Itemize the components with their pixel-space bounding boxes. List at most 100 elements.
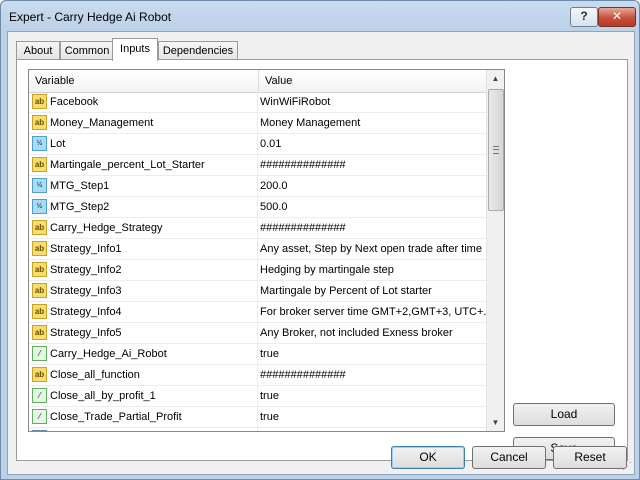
row-icon-cell: ab	[32, 113, 48, 133]
column-divider	[257, 113, 258, 133]
row-icon-cell: ½	[32, 176, 48, 196]
value-cell[interactable]: Hedging by martingale step	[260, 260, 486, 280]
column-divider	[257, 428, 258, 431]
variable-name: Strategy_Info2	[50, 264, 122, 276]
vertical-scrollbar[interactable]: ▲ ▼	[486, 70, 504, 431]
tab-dependencies[interactable]: Dependencies	[158, 41, 238, 60]
variable-name: Money_Management	[50, 117, 154, 129]
scroll-down-arrow-icon[interactable]: ▼	[487, 414, 504, 431]
variable-name: Martingale_percent_Lot_Starter	[50, 159, 205, 171]
table-row[interactable]: ab Strategy_Info1 Any asset, Step by Next …	[29, 239, 489, 260]
string-type-icon: ab	[32, 325, 47, 340]
value-cell[interactable]: true	[260, 407, 486, 427]
column-divider	[257, 407, 258, 427]
value-cell[interactable]: 0.01	[260, 134, 486, 154]
column-divider	[257, 386, 258, 406]
expert-properties-window: Expert - Carry Hedge Ai Robot ? ✕ About …	[0, 0, 640, 480]
value-cell[interactable]: 500.0	[260, 197, 486, 217]
scroll-up-arrow-icon[interactable]: ▲	[487, 70, 504, 87]
row-icon-cell: ⁄	[32, 407, 48, 427]
variable-name: Close_Trade_Partial_Profit	[50, 411, 182, 423]
column-divider	[257, 92, 258, 112]
column-divider	[257, 323, 258, 343]
value-cell[interactable]: Any asset, Step by Next open trade after…	[260, 239, 486, 259]
value-cell[interactable]: ##############	[260, 365, 486, 385]
table-row[interactable]: ⁄ Close_all_by_profit_1 true	[29, 386, 489, 407]
table-row[interactable]: ab Close_all_function ##############	[29, 365, 489, 386]
column-divider	[257, 197, 258, 217]
column-divider	[257, 218, 258, 238]
value-cell[interactable]: 1058611	[260, 428, 486, 431]
column-divider	[257, 239, 258, 259]
string-type-icon: ab	[32, 220, 47, 235]
row-icon-cell: ab	[32, 239, 48, 259]
table-row[interactable]: ab Money_Management Money Management	[29, 113, 489, 134]
value-cell[interactable]: WinWiFiRobot	[260, 92, 486, 112]
ok-button[interactable]: OK	[391, 446, 465, 469]
scroll-thumb[interactable]	[488, 89, 504, 211]
cancel-button[interactable]: Cancel	[472, 446, 546, 469]
tab-inputs[interactable]: Inputs	[112, 38, 158, 61]
value-cell[interactable]: Martingale by Percent of Lot starter	[260, 281, 486, 301]
title-bar[interactable]: Expert - Carry Hedge Ai Robot ? ✕	[1, 1, 639, 31]
row-icon-cell: ⁄	[32, 386, 48, 406]
column-header-variable[interactable]: Variable	[29, 70, 259, 92]
row-icon-cell: ab	[32, 281, 48, 301]
bool-type-icon: ⁄	[32, 388, 47, 403]
string-type-icon: ab	[32, 157, 47, 172]
column-divider	[257, 302, 258, 322]
row-icon-cell: 123	[32, 428, 48, 431]
table-row[interactable]: ab Strategy_Info5 Any Broker, not included…	[29, 323, 489, 344]
variable-name: MTG_Step1	[50, 180, 110, 192]
table-row[interactable]: ab Martingale_percent_Lot_Starter ########…	[29, 155, 489, 176]
value-cell[interactable]: true	[260, 386, 486, 406]
table-row[interactable]: ab Strategy_Info3 Martingale by Percent of…	[29, 281, 489, 302]
variable-name: Carry_Hedge_Strategy	[50, 222, 163, 234]
table-row[interactable]: ½ MTG_Step1 200.0	[29, 176, 489, 197]
value-cell[interactable]: 200.0	[260, 176, 486, 196]
table-row[interactable]: 123MagicNumber 1058611	[29, 428, 489, 431]
row-icon-cell: ab	[32, 302, 48, 322]
table-row[interactable]: ⁄ Close_Trade_Partial_Profit true	[29, 407, 489, 428]
table-row[interactable]: ab Strategy_Info2 Hedging by martingale st…	[29, 260, 489, 281]
help-button[interactable]: ?	[570, 7, 598, 27]
grid-header: Variable Value	[29, 70, 489, 93]
resize-grip-icon[interactable]: ⋰	[622, 462, 632, 472]
load-button[interactable]: Load	[513, 403, 615, 426]
string-type-icon: ab	[32, 262, 47, 277]
bool-type-icon: ⁄	[32, 346, 47, 361]
row-icon-cell: ab	[32, 218, 48, 238]
table-row[interactable]: ½ MTG_Step2 500.0	[29, 197, 489, 218]
table-row[interactable]: ab Strategy_Info4 For broker server time G…	[29, 302, 489, 323]
row-icon-cell: ab	[32, 155, 48, 175]
column-header-value[interactable]: Value	[259, 70, 485, 92]
value-cell[interactable]: ##############	[260, 155, 486, 175]
inputs-panel: Variable Value ab Facebook WinWiFiRobot ab M…	[16, 59, 628, 461]
tab-common[interactable]: Common	[60, 41, 114, 60]
row-icon-cell: ab	[32, 92, 48, 112]
table-row[interactable]: ⁄ Carry_Hedge_Ai_Robot true	[29, 344, 489, 365]
variable-name: Strategy_Info3	[50, 285, 122, 297]
tab-about[interactable]: About	[16, 41, 60, 60]
string-type-icon: ab	[32, 367, 47, 382]
value-cell[interactable]: Money Management	[260, 113, 486, 133]
reset-button[interactable]: Reset	[553, 446, 627, 469]
variable-name: Facebook	[50, 96, 99, 108]
string-type-icon: ab	[32, 241, 47, 256]
close-button[interactable]: ✕	[598, 7, 636, 27]
value-cell[interactable]: For broker server time GMT+2,GMT+3, UTC+…	[260, 302, 486, 322]
column-divider	[257, 344, 258, 364]
row-icon-cell: ⁄	[32, 344, 48, 364]
table-row[interactable]: ab Facebook WinWiFiRobot	[29, 92, 489, 113]
variable-name: Strategy_Info5	[50, 327, 122, 339]
bool-type-icon: ⁄	[32, 409, 47, 424]
value-cell[interactable]: true	[260, 344, 486, 364]
double-type-icon: ½	[32, 199, 47, 214]
variable-name: MagicNumber	[50, 428, 255, 431]
column-divider	[257, 281, 258, 301]
value-cell[interactable]: ##############	[260, 218, 486, 238]
value-cell[interactable]: Any Broker, not included Exness broker	[260, 323, 486, 343]
table-row[interactable]: ½ Lot 0.01	[29, 134, 489, 155]
variable-name: MTG_Step2	[50, 201, 110, 213]
table-row[interactable]: ab Carry_Hedge_Strategy ##############	[29, 218, 489, 239]
